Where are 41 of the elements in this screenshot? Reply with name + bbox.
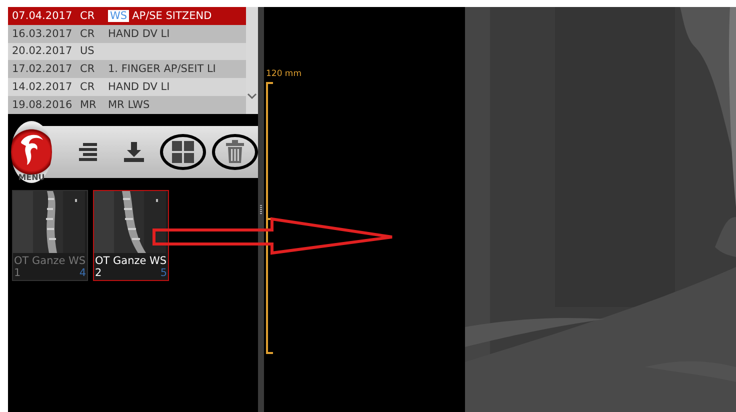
study-row[interactable]: 20.02.2017 US bbox=[8, 42, 246, 60]
study-description: HAND DV LI bbox=[108, 28, 170, 40]
study-description: MR LWS bbox=[108, 98, 150, 111]
study-modality: US bbox=[80, 45, 96, 58]
series-title: OT Ganze WS bbox=[14, 255, 86, 267]
study-date: 14.02.2017 bbox=[12, 81, 74, 94]
study-description: HAND DV LI bbox=[108, 81, 170, 94]
study-row[interactable]: 17.02.2017 CR 1. FINGER AP/SEIT LI bbox=[8, 60, 246, 78]
study-date: 19.08.2016 bbox=[12, 98, 74, 111]
study-row[interactable]: 16.03.2017 CR HAND DV LI bbox=[8, 24, 246, 43]
study-modality: CR bbox=[80, 63, 96, 76]
study-date: 17.02.2017 bbox=[12, 63, 74, 76]
series-title: OT Ganze WS bbox=[95, 255, 167, 267]
study-description: AP/SE SITZEND bbox=[132, 10, 212, 22]
study-row[interactable]: 14.02.2017 CR HAND DV LI bbox=[8, 78, 246, 96]
series-thumbnail[interactable]: OT Ganze WS 2 5 bbox=[93, 190, 169, 281]
align-lines-icon[interactable] bbox=[77, 142, 99, 162]
study-modality: CR bbox=[80, 28, 96, 40]
study-modality: CR bbox=[80, 81, 96, 94]
series-number: 2 bbox=[95, 267, 102, 279]
study-modality: MR bbox=[80, 98, 98, 111]
study-row[interactable]: 19.08.2016 MR MR LWS bbox=[8, 96, 246, 114]
study-row[interactable]: 07.04.2017 CR WS AP/SE SITZEND bbox=[8, 7, 246, 25]
study-date: 20.02.2017 bbox=[12, 45, 74, 58]
study-description: 1. FINGER AP/SEIT LI bbox=[108, 63, 216, 76]
menu-label: MENU bbox=[17, 173, 46, 182]
image-count: 5 bbox=[160, 267, 167, 279]
series-number: 1 bbox=[14, 267, 21, 279]
trash-icon[interactable] bbox=[225, 140, 245, 164]
series-thumbnail[interactable]: OT Ganze WS 1 4 bbox=[12, 190, 88, 281]
study-modality: CR bbox=[80, 10, 96, 22]
menu-button[interactable]: MENU bbox=[11, 121, 52, 183]
ruler-label: 120 mm bbox=[266, 69, 302, 79]
scrollbar[interactable] bbox=[246, 7, 258, 114]
chevron-down-icon[interactable] bbox=[247, 93, 257, 100]
image-count: 4 bbox=[79, 267, 86, 279]
selected-text: WS bbox=[108, 10, 130, 22]
grid-icon[interactable] bbox=[171, 140, 195, 164]
study-date: 07.04.2017 bbox=[12, 10, 74, 22]
study-date: 16.03.2017 bbox=[12, 28, 74, 40]
download-icon[interactable] bbox=[123, 141, 145, 163]
